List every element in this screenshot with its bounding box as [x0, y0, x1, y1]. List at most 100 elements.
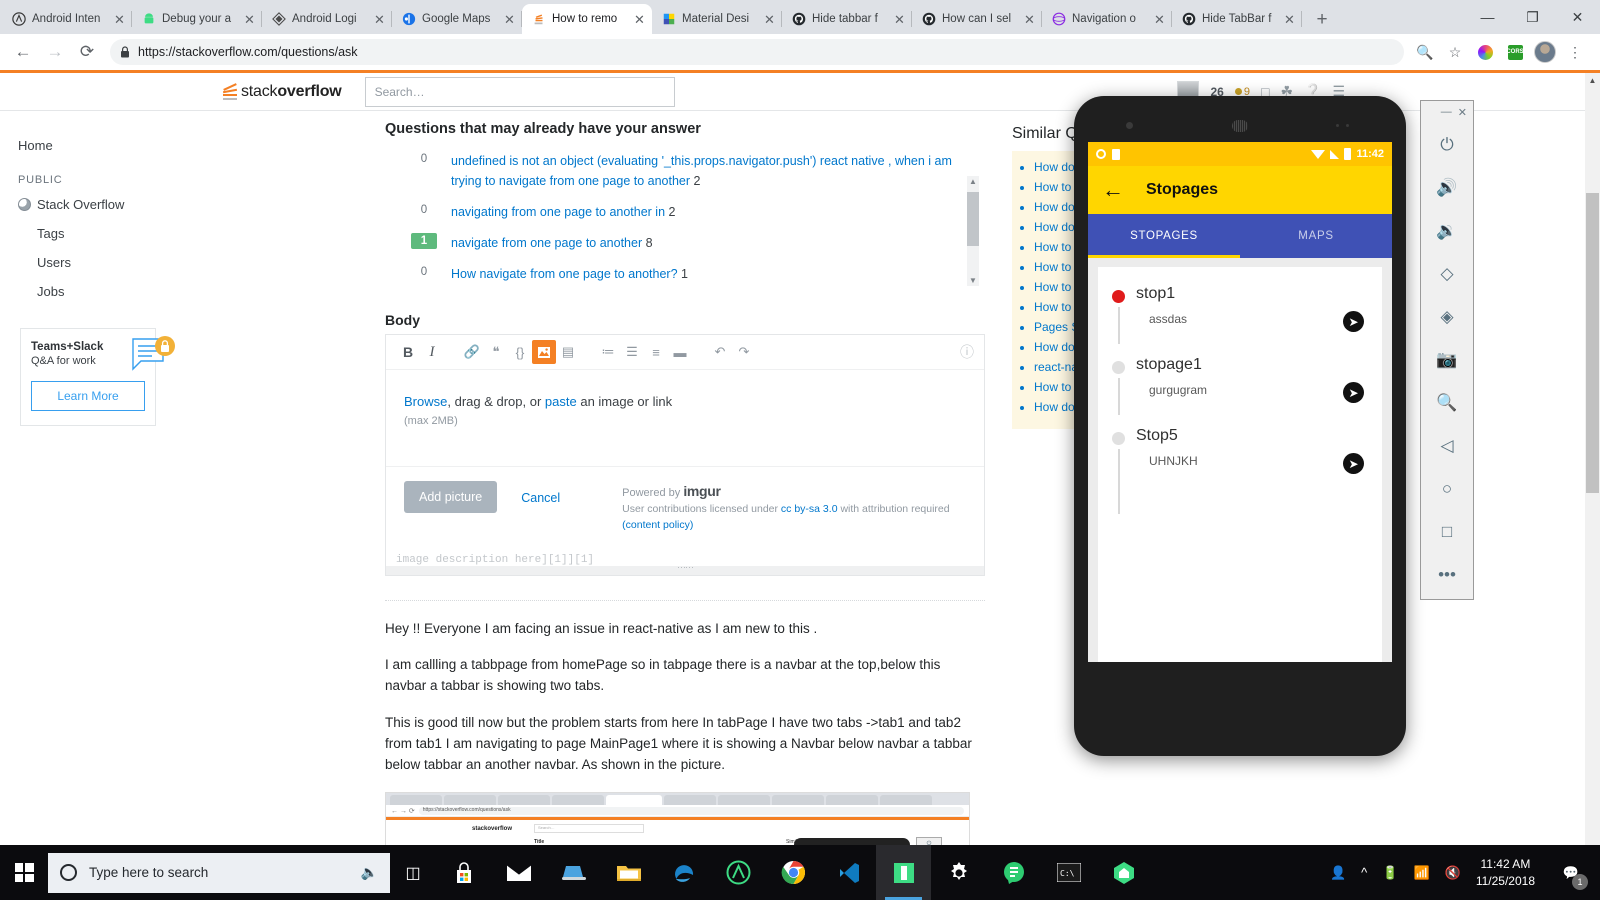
browser-tab-6[interactable]: Hide tabbar f ✕: [782, 4, 912, 34]
image-upload-dropzone[interactable]: Browse, drag & drop, or paste an image o…: [386, 370, 984, 466]
window-maximize-button[interactable]: ❐: [1510, 0, 1555, 34]
italic-button[interactable]: I: [420, 340, 444, 364]
taskbar-clock[interactable]: 11:42 AM 11/25/2018: [1476, 856, 1535, 888]
back-button[interactable]: ←: [8, 37, 38, 67]
duplicate-title[interactable]: undefined is not an object (evaluating '…: [451, 151, 985, 191]
add-picture-button[interactable]: Add picture: [404, 481, 497, 513]
browser-tab-5[interactable]: Material Desi ✕: [652, 4, 782, 34]
tab-maps[interactable]: MAPS: [1240, 214, 1392, 258]
stop-list-item[interactable]: stopage1 gurgugram ➤: [1112, 356, 1368, 397]
so-search-input[interactable]: Search…: [365, 77, 675, 107]
volume-up-button[interactable]: 🔊: [1421, 166, 1473, 209]
cors-extension-icon[interactable]: CORS: [1502, 39, 1528, 65]
blockquote-button[interactable]: ❝: [484, 340, 508, 364]
editor-help-icon[interactable]: ⓘ: [960, 342, 974, 362]
emulator-minimize-button[interactable]: —: [1441, 106, 1452, 118]
page-scrollbar-thumb[interactable]: [1586, 193, 1599, 493]
emulator-screen[interactable]: 11:42 ← Stopages STOPAGES MAPS: [1088, 142, 1392, 662]
taskbar-app-microsoft-store[interactable]: [436, 845, 491, 900]
scroll-down-arrow[interactable]: ▼: [969, 276, 977, 285]
taskbar-search-box[interactable]: Type here to search 🔈: [48, 853, 390, 893]
action-center-icon[interactable]: 💬1: [1550, 845, 1592, 900]
zoom-button[interactable]: 🔍: [1421, 381, 1473, 424]
stackoverflow-logo[interactable]: stackoverflow: [222, 83, 342, 101]
back-arrow-icon[interactable]: ←: [1102, 179, 1124, 201]
taskbar-app-android-emulator[interactable]: [876, 845, 931, 900]
page-scrollbar[interactable]: ▲ ▼: [1585, 73, 1600, 879]
volume-down-button[interactable]: 🔉: [1421, 209, 1473, 252]
redo-button[interactable]: ↷: [732, 340, 756, 364]
forward-button[interactable]: →: [40, 37, 70, 67]
duplicate-row[interactable]: 0 How navigate from one page to another?…: [385, 261, 985, 288]
numbered-list-button[interactable]: ≔: [596, 340, 620, 364]
power-button[interactable]: ⏻: [1421, 123, 1473, 166]
battery-charging-icon[interactable]: 🔋: [1382, 865, 1398, 881]
bulleted-list-button[interactable]: ☰: [620, 340, 644, 364]
bold-button[interactable]: B: [396, 340, 420, 364]
tab-stopages[interactable]: STOPAGES: [1088, 214, 1240, 258]
emulator-close-button[interactable]: ✕: [1458, 106, 1467, 119]
home-button[interactable]: ○: [1421, 467, 1473, 510]
colorpicker-extension-icon[interactable]: [1472, 39, 1498, 65]
tab-close-icon[interactable]: ✕: [764, 13, 776, 26]
browser-tab-9[interactable]: Hide TabBar f ✕: [1172, 4, 1302, 34]
task-view-icon[interactable]: ◫: [390, 863, 436, 883]
taskbar-app-settings[interactable]: [931, 845, 986, 900]
compass-icon[interactable]: ➤: [1343, 311, 1364, 332]
taskbar-app-remote-desktop[interactable]: [546, 845, 601, 900]
page-scroll-up-arrow[interactable]: ▲: [1585, 73, 1600, 88]
duplicate-row[interactable]: 1 navigate from one page to another 8: [385, 230, 985, 261]
compass-icon[interactable]: ➤: [1343, 382, 1364, 403]
taskbar-app-messaging[interactable]: [986, 845, 1041, 900]
taskbar-app-file-explorer[interactable]: [601, 845, 656, 900]
overview-button[interactable]: □: [1421, 510, 1473, 553]
tab-close-icon[interactable]: ✕: [374, 13, 386, 26]
browser-tab-4-active[interactable]: How to remo ✕: [522, 4, 652, 34]
sidebar-item-jobs[interactable]: Jobs: [18, 277, 222, 306]
tab-close-icon[interactable]: ✕: [244, 13, 256, 26]
zoom-icon[interactable]: 🔍: [1412, 39, 1438, 65]
window-close-button[interactable]: ✕: [1555, 0, 1600, 34]
undo-button[interactable]: ↶: [708, 340, 732, 364]
taskbar-app-home[interactable]: [1096, 845, 1151, 900]
duplicate-title[interactable]: navigating from one page to another in 2: [451, 202, 675, 222]
profile-avatar[interactable]: [1532, 39, 1558, 65]
android-emulator-window[interactable]: 11:42 ← Stopages STOPAGES MAPS: [1074, 96, 1406, 756]
taskbar-app-google-chrome[interactable]: [766, 845, 821, 900]
people-icon[interactable]: 👤: [1330, 865, 1346, 881]
stop-list-item[interactable]: Stop5 UHNJKH ➤: [1112, 427, 1368, 468]
start-button[interactable]: [0, 845, 48, 900]
stop-list-item[interactable]: stop1 assdas ➤: [1112, 285, 1368, 326]
paste-link[interactable]: paste: [545, 394, 577, 409]
window-minimize-button[interactable]: —: [1465, 0, 1510, 34]
duplicate-row[interactable]: 0 navigating from one page to another in…: [385, 199, 985, 230]
browse-link[interactable]: Browse: [404, 394, 447, 409]
volume-muted-icon[interactable]: 🔇: [1445, 865, 1461, 881]
sidebar-item-stack-overflow[interactable]: Stack Overflow: [18, 190, 222, 219]
browser-tab-0[interactable]: Android Inten ✕: [2, 4, 132, 34]
chrome-menu-icon[interactable]: ⋮: [1562, 39, 1588, 65]
browser-tab-3[interactable]: Google Maps ✕: [392, 4, 522, 34]
tab-close-icon[interactable]: ✕: [114, 13, 126, 26]
address-bar[interactable]: https://stackoverflow.com/questions/ask: [110, 39, 1404, 65]
scroll-up-arrow[interactable]: ▲: [969, 177, 977, 186]
tab-close-icon[interactable]: ✕: [634, 13, 646, 26]
sidebar-item-tags[interactable]: Tags: [18, 219, 222, 248]
new-tab-button[interactable]: +: [1308, 6, 1336, 34]
heading-button[interactable]: ≡: [644, 340, 668, 364]
editor-resize-grip[interactable]: [386, 566, 984, 575]
back-button[interactable]: ◁: [1421, 424, 1473, 467]
tab-close-icon[interactable]: ✕: [1154, 13, 1166, 26]
taskbar-app-android-studio[interactable]: [711, 845, 766, 900]
link-button[interactable]: 🔗: [460, 340, 484, 364]
sidebar-item-home[interactable]: Home: [18, 131, 222, 160]
browser-tab-8[interactable]: Navigation o ✕: [1042, 4, 1172, 34]
license-link[interactable]: cc by-sa 3.0: [781, 503, 838, 515]
compass-icon[interactable]: ➤: [1343, 453, 1364, 474]
tab-close-icon[interactable]: ✕: [894, 13, 906, 26]
browser-tab-1[interactable]: Debug your a ✕: [132, 4, 262, 34]
tab-close-icon[interactable]: ✕: [1284, 13, 1296, 26]
duplicate-title[interactable]: How navigate from one page to another? 1: [451, 264, 688, 284]
wifi-icon[interactable]: 📶: [1413, 865, 1429, 881]
duplicate-row[interactable]: 0 undefined is not an object (evaluating…: [385, 148, 985, 199]
